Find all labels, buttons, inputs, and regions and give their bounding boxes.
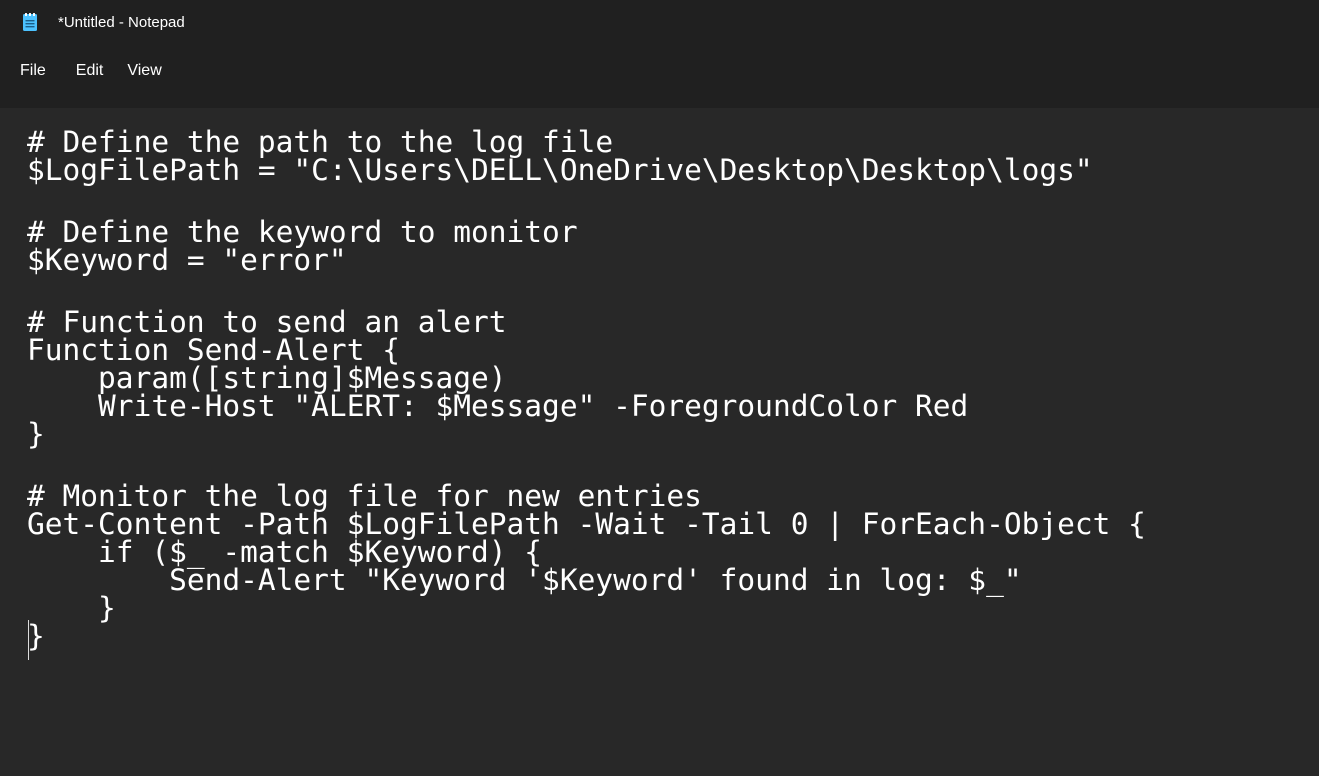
menu-bar: File Edit View: [0, 52, 1319, 108]
editor-line: }: [27, 619, 45, 653]
editor-line: # Define the keyword to monitor: [27, 215, 578, 249]
editor-line: }: [27, 591, 116, 625]
editor-line: # Define the path to the log file: [27, 125, 614, 159]
editor-line: # Function to send an alert: [27, 305, 507, 339]
editor-line: Function Send-Alert {: [27, 333, 400, 367]
editor-line: Write-Host "ALERT: $Message" -Foreground…: [27, 389, 969, 423]
menu-file[interactable]: File: [8, 52, 64, 84]
editor-line: # Monitor the log file for new entries: [27, 479, 702, 513]
editor-line: Send-Alert "Keyword '$Keyword' found in …: [27, 563, 1022, 597]
editor-line: $Keyword = "error": [27, 243, 347, 277]
notepad-window: *Untitled - Notepad File Edit View # Def…: [0, 0, 1319, 776]
menu-view[interactable]: View: [115, 52, 173, 84]
editor-line: }: [27, 417, 45, 451]
editor-line: if ($_ -match $Keyword) {: [27, 535, 543, 569]
editor-line: param([string]$Message): [27, 361, 507, 395]
window-title: *Untitled - Notepad: [58, 13, 185, 31]
menu-edit[interactable]: Edit: [64, 52, 116, 84]
editor-line: Get-Content -Path $LogFilePath -Wait -Ta…: [27, 507, 1146, 541]
text-editor[interactable]: # Define the path to the log file $LogFil…: [0, 108, 1319, 776]
notepad-icon: [22, 12, 40, 32]
text-caret: [28, 620, 29, 660]
editor-line: $LogFilePath = "C:\Users\DELL\OneDrive\D…: [27, 153, 1093, 187]
title-bar[interactable]: *Untitled - Notepad: [0, 0, 1319, 52]
